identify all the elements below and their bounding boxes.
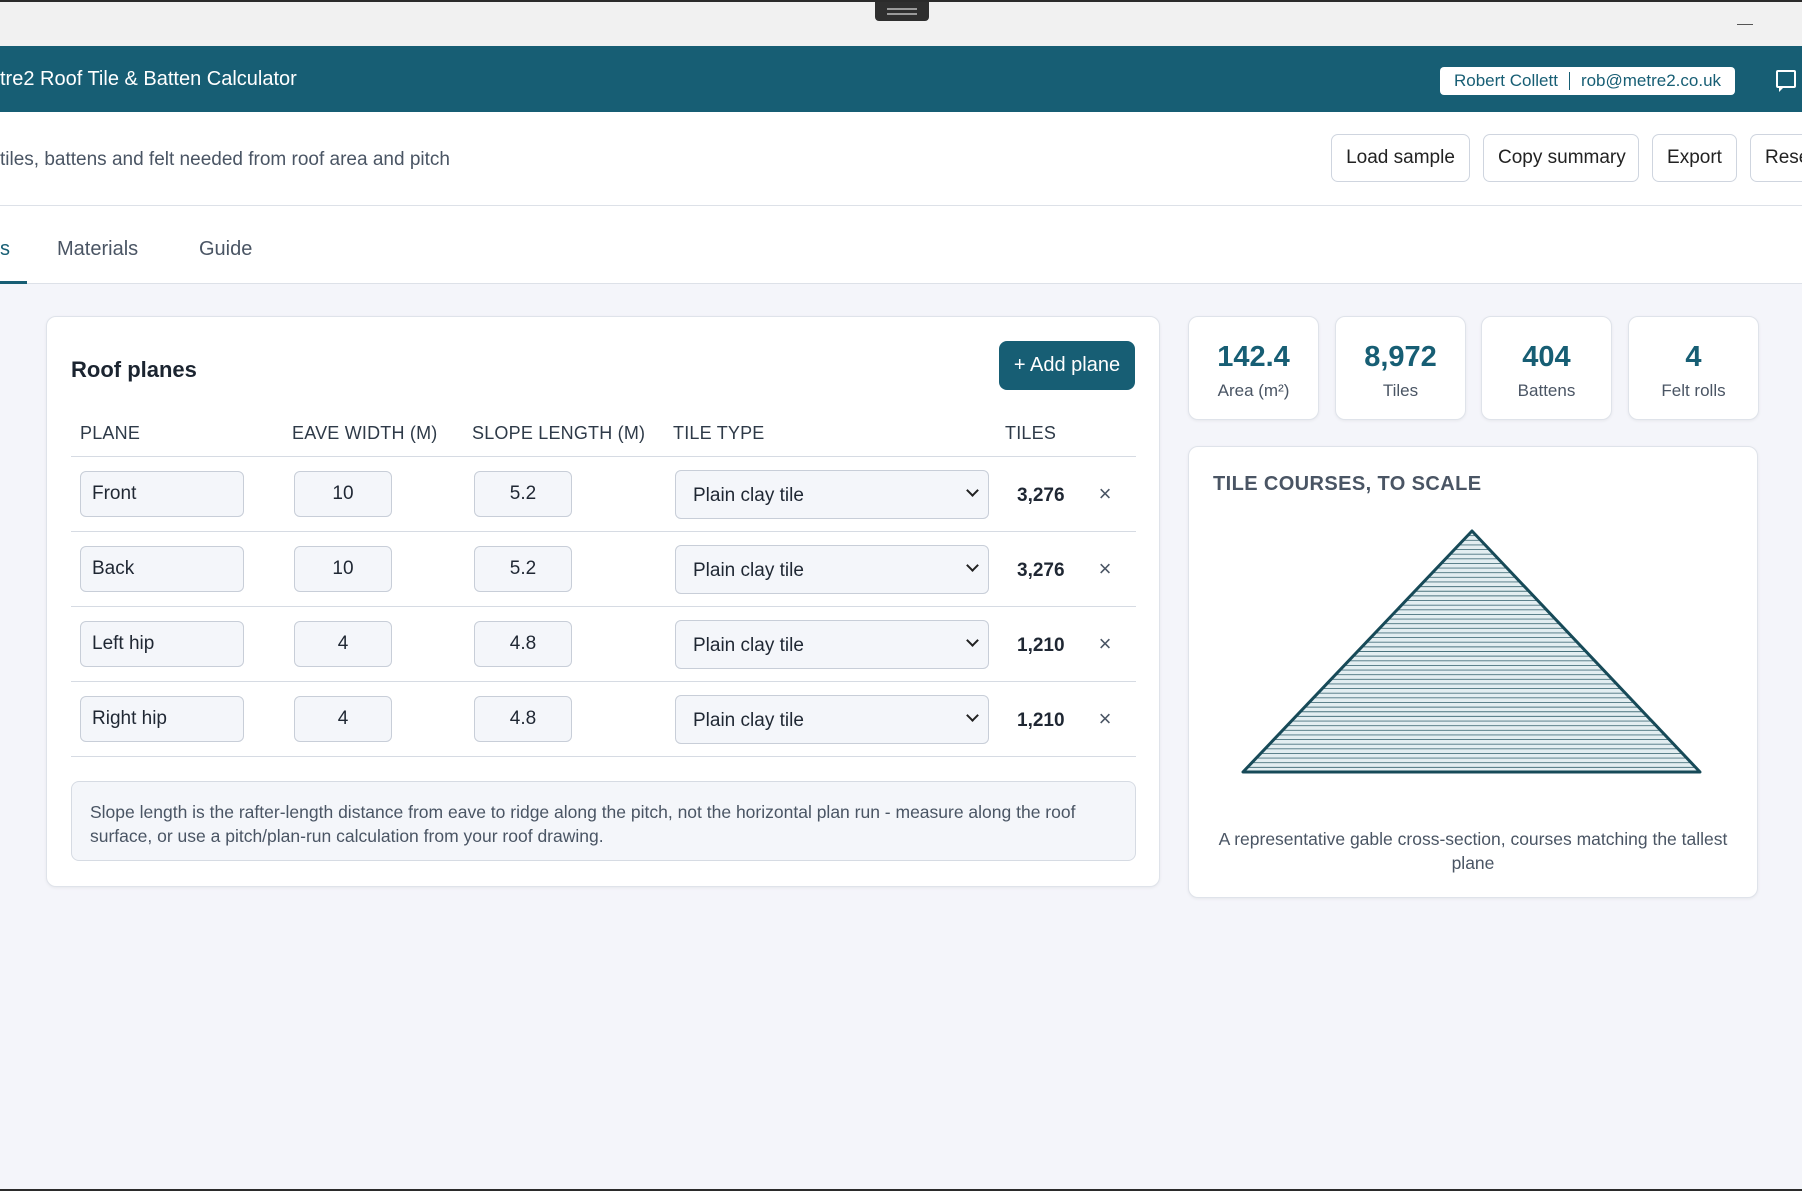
card-title: TILE COURSES, TO SCALE	[1213, 473, 1482, 495]
stat-value: 142.4	[1217, 341, 1290, 373]
plane-name-input[interactable]	[80, 621, 244, 667]
gable-cross-section	[1241, 529, 1702, 774]
close-icon[interactable]: ×	[1095, 706, 1115, 732]
tiles-count: 3,276	[1017, 485, 1065, 506]
chevron-down-icon	[967, 636, 979, 648]
tile-type-select[interactable]: Plain clay tile	[675, 545, 989, 594]
tile-type-select[interactable]: Plain clay tile	[675, 695, 989, 744]
tab-materials[interactable]: Materials	[57, 238, 138, 261]
tile-type-value: Plain clay tile	[693, 710, 804, 731]
stat-label: Area (m²)	[1217, 381, 1290, 400]
reset-button[interactable]: Rese	[1750, 134, 1802, 182]
roof-planes-card: Roof planes + Add plane PLANE EAVE WIDTH…	[46, 316, 1160, 887]
slope-length-input[interactable]	[474, 621, 572, 667]
stat-label: Battens	[1517, 381, 1576, 400]
scale-caption: A representative gable cross-section, co…	[1218, 829, 1728, 873]
export-button[interactable]: Export	[1652, 134, 1737, 182]
slope-length-note: Slope length is the rafter-length distan…	[71, 781, 1136, 861]
card-title: Roof planes	[71, 357, 197, 382]
stat-value: 404	[1522, 341, 1571, 373]
tile-type-select[interactable]: Plain clay tile	[675, 470, 989, 519]
plane-name-input[interactable]	[80, 546, 244, 592]
tiles-count: 3,276	[1017, 560, 1065, 581]
tab-guide[interactable]: Guide	[199, 238, 252, 261]
column-header-plane: PLANE	[80, 423, 141, 443]
page-subtitle: tiles, battens and felt needed from roof…	[0, 149, 450, 170]
eave-width-input[interactable]	[294, 471, 392, 517]
user-badge-divider	[1568, 72, 1570, 90]
copy-summary-button[interactable]: Copy summary	[1483, 134, 1639, 182]
app-header: tre2 Roof Tile & Batten Calculator Rober…	[0, 46, 1802, 112]
chevron-down-icon	[967, 486, 979, 498]
table-row: Plain clay tile 1,210 ×	[71, 607, 1136, 682]
stat-value: 4	[1685, 341, 1702, 373]
close-icon[interactable]: ×	[1095, 481, 1115, 507]
tile-type-value: Plain clay tile	[693, 635, 804, 656]
add-plane-button[interactable]: + Add plane	[999, 341, 1135, 390]
tab-planes[interactable]: s	[0, 238, 10, 261]
stat-value: 8,972	[1364, 341, 1437, 373]
eave-width-input[interactable]	[294, 546, 392, 592]
plane-name-input[interactable]	[80, 471, 244, 517]
eave-width-input[interactable]	[294, 621, 392, 667]
stat-card-battens: 404 Battens	[1481, 316, 1612, 420]
eave-width-input[interactable]	[294, 696, 392, 742]
subheader: tiles, battens and felt needed from roof…	[0, 112, 1802, 206]
tiles-count: 1,210	[1017, 635, 1065, 656]
slope-length-input[interactable]	[474, 546, 572, 592]
active-tab-indicator	[0, 281, 27, 284]
tile-courses-card: TILE COURSES, TO SCALE A representative …	[1188, 446, 1758, 898]
user-badge[interactable]: Robert Collett rob@metre2.co.uk	[1440, 67, 1736, 95]
tile-type-select[interactable]: Plain clay tile	[675, 620, 989, 669]
slope-length-input[interactable]	[474, 696, 572, 742]
close-icon[interactable]: ×	[1095, 631, 1115, 657]
stat-card-felt-rolls: 4 Felt rolls	[1628, 316, 1759, 420]
tiles-count: 1,210	[1017, 710, 1065, 731]
user-name: Robert Collett	[1454, 71, 1558, 90]
chat-bubble-icon[interactable]	[1776, 70, 1796, 92]
stat-card-tiles: 8,972 Tiles	[1335, 316, 1466, 420]
user-email: rob@metre2.co.uk	[1580, 71, 1722, 90]
table-row: Plain clay tile 3,276 ×	[71, 532, 1136, 607]
chevron-down-icon	[967, 711, 979, 723]
column-header-tiles: TILES	[1005, 423, 1057, 443]
window-chrome	[0, 0, 1802, 46]
close-icon[interactable]: ×	[1095, 556, 1115, 582]
tile-type-value: Plain clay tile	[693, 485, 804, 506]
window-drag-handle[interactable]	[875, 2, 929, 21]
table-row: Plain clay tile 3,276 ×	[71, 457, 1136, 532]
column-header-tile-type: TILE TYPE	[673, 423, 765, 443]
column-header-slope-length: SLOPE LENGTH (M)	[472, 423, 646, 443]
stat-label: Tiles	[1382, 381, 1419, 400]
table-row: Plain clay tile 1,210 ×	[71, 682, 1136, 757]
tile-type-value: Plain clay tile	[693, 560, 804, 581]
stat-card-area: 142.4 Area (m²)	[1188, 316, 1319, 420]
plane-name-input[interactable]	[80, 696, 244, 742]
column-header-eave-width: EAVE WIDTH (M)	[292, 423, 438, 443]
slope-length-input[interactable]	[474, 471, 572, 517]
load-sample-button[interactable]: Load sample	[1331, 134, 1470, 182]
minimize-icon[interactable]	[1737, 14, 1753, 30]
app-title: tre2 Roof Tile & Batten Calculator	[0, 68, 297, 90]
tab-bar: s Materials Guide	[0, 206, 1802, 284]
chevron-down-icon	[967, 561, 979, 573]
tile-courses	[1243, 531, 1700, 772]
stat-label: Felt rolls	[1661, 381, 1726, 400]
